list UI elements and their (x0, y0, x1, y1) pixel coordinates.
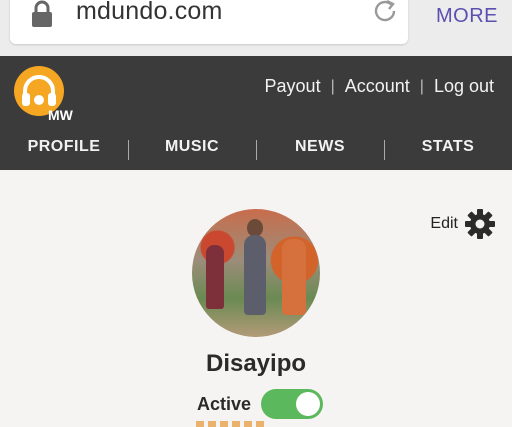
logo-country-code: MW (48, 107, 73, 123)
divider: | (419, 77, 424, 95)
reload-icon[interactable] (370, 0, 400, 26)
main-nav: PROFILE MUSIC NEWS STATS (0, 132, 512, 162)
cut-off-text (196, 421, 266, 427)
avatar-figure (206, 245, 224, 309)
status-row: Active (197, 389, 324, 419)
edit-profile-button[interactable]: Edit (430, 208, 496, 240)
payout-link[interactable]: Payout (265, 76, 321, 97)
account-links: Payout | Account | Log out (265, 76, 494, 97)
divider: | (330, 77, 335, 95)
lock-icon (32, 0, 52, 27)
edit-label: Edit (430, 215, 458, 232)
nav-profile[interactable]: PROFILE (0, 138, 128, 156)
logout-link[interactable]: Log out (434, 76, 494, 97)
more-button[interactable]: MORE (436, 5, 498, 28)
gear-icon (465, 209, 495, 239)
avatar-figure (282, 239, 306, 315)
active-toggle[interactable] (261, 389, 324, 419)
nav-news[interactable]: NEWS (256, 138, 384, 160)
toggle-knob (296, 392, 321, 416)
site-header: MW Payout | Account | Log out PROFILE MU… (0, 56, 512, 170)
nav-music[interactable]: MUSIC (128, 138, 256, 160)
nav-stats[interactable]: STATS (384, 138, 512, 160)
address-bar[interactable]: mdundo.com (10, 0, 408, 44)
account-link[interactable]: Account (345, 76, 410, 97)
avatar-figure (244, 235, 266, 315)
browser-toolbar: mdundo.com MORE (0, 0, 512, 56)
status-label: Active (197, 393, 252, 414)
profile-username: Disayipo (205, 350, 307, 377)
profile-avatar[interactable] (192, 209, 320, 337)
url-text[interactable]: mdundo.com (76, 0, 223, 26)
